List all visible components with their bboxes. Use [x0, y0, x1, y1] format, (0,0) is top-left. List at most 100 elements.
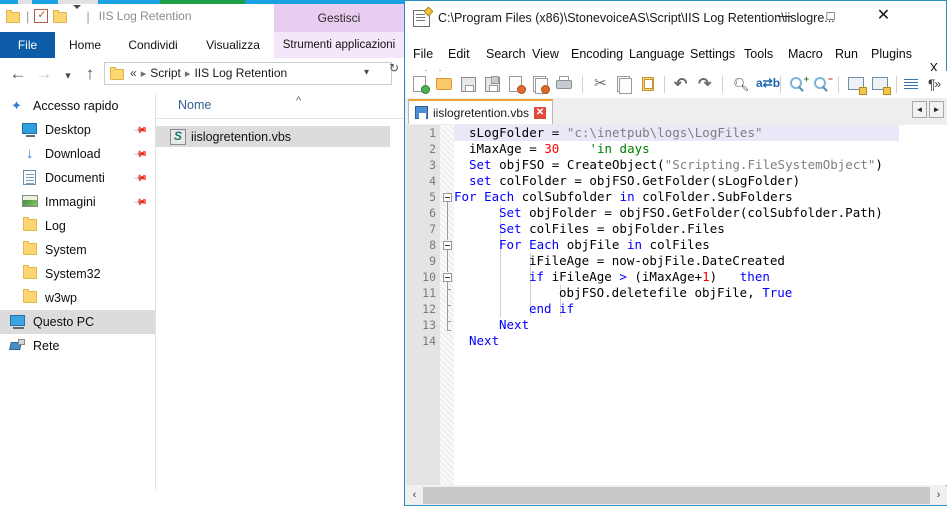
menu-macro[interactable]: Macro	[788, 47, 823, 61]
tab-scroll-left-icon[interactable]: ◄	[912, 101, 927, 118]
breadcrumb-script[interactable]: Script	[150, 66, 181, 80]
scroll-thumb[interactable]	[423, 487, 930, 504]
navigation-pane: ✦Accesso rapidoDesktop📌↓Download📌Documen…	[0, 94, 155, 490]
scroll-left-icon[interactable]: ‹	[406, 487, 423, 504]
code-token: end	[529, 301, 552, 316]
find-icon[interactable]: 🔍︎	[731, 75, 750, 94]
address-input[interactable]: «▸Script▸IIS Log Retention ▾	[104, 62, 392, 85]
npp-titlebar: C:\Program Files (x86)\StonevoiceAS\Scri…	[405, 1, 946, 37]
sidebar-item-label: System	[45, 243, 87, 257]
fold-toggle-icon[interactable]	[443, 273, 452, 282]
close-file-icon[interactable]	[507, 75, 526, 94]
save-all-icon[interactable]	[483, 75, 502, 94]
menu-search[interactable]: Search	[486, 47, 526, 61]
menu-tools[interactable]: Tools	[744, 47, 773, 61]
sidebar-item-accesso-rapido[interactable]: ✦Accesso rapido	[0, 94, 155, 118]
pin-icon[interactable]: 📌	[133, 123, 149, 139]
sidebar-item-immagini[interactable]: Immagini📌	[0, 190, 155, 214]
column-header-name[interactable]: Nome	[178, 98, 211, 112]
address-chevron-down-icon[interactable]: ▾	[364, 67, 369, 78]
menu-run[interactable]: Run	[835, 47, 858, 61]
sidebar-item-system[interactable]: System	[0, 238, 155, 262]
redo-icon[interactable]: ↷	[697, 75, 716, 94]
refresh-icon[interactable]: ↻	[389, 61, 399, 75]
recent-locations-chevron-down-icon[interactable]: ▾	[58, 67, 78, 86]
sync-horizontal-icon[interactable]	[871, 75, 890, 94]
zoom-in-icon[interactable]: +	[789, 75, 808, 94]
tab-file[interactable]: File	[0, 32, 55, 58]
cut-icon[interactable]: ✂	[591, 75, 610, 94]
word-wrap-icon[interactable]	[903, 75, 922, 94]
fold-toggle-icon[interactable]	[443, 193, 452, 202]
menu-encoding[interactable]: Encoding	[571, 47, 623, 61]
menu-edit[interactable]: Edit	[448, 47, 470, 61]
sidebar-item-label: w3wp	[45, 291, 77, 305]
code-token: iFileAge = now-objFile.DateCreated	[529, 253, 785, 268]
code-token: objFolder = objFSO.GetFolder(colSubfolde…	[522, 205, 883, 220]
back-icon[interactable]: ←	[8, 64, 28, 83]
folder-icon[interactable]	[6, 10, 21, 23]
new-folder-icon[interactable]	[53, 10, 68, 23]
editor-tab[interactable]: iislogretention.vbs ✕	[408, 99, 553, 124]
code-token: colSubfolder	[514, 189, 619, 204]
maximize-button[interactable]: □	[808, 1, 853, 31]
tab-scroll-right-icon[interactable]: ►	[929, 101, 944, 118]
menu-view[interactable]: View	[532, 47, 559, 61]
sidebar-item-questo-pc[interactable]: Questo PC	[0, 310, 155, 334]
menu-settings[interactable]: Settings	[690, 47, 735, 61]
undo-icon[interactable]: ↶	[673, 75, 692, 94]
sidebar-item-log[interactable]: Log	[0, 214, 155, 238]
close-tab-icon[interactable]: ✕	[534, 107, 546, 119]
tab-home[interactable]: Home	[58, 32, 112, 58]
file-name: iislogretention.vbs	[191, 130, 291, 144]
copy-icon[interactable]	[615, 75, 634, 94]
pin-icon[interactable]: 📌	[133, 147, 149, 163]
code-text-area[interactable]: sLogFolder = "c:\inetpub\logs\LogFiles"i…	[454, 125, 947, 485]
fold-line	[447, 202, 448, 240]
replace-icon[interactable]: a⇄b	[755, 75, 774, 94]
line-number: 6	[429, 205, 436, 221]
pin-icon[interactable]: 📌	[133, 195, 149, 211]
close-button[interactable]: ✕	[861, 1, 906, 31]
editor-horizontal-scrollbar[interactable]: ‹ ›	[406, 486, 947, 505]
breadcrumb-current[interactable]: IIS Log Retention	[194, 66, 287, 80]
sidebar-item-w3wp[interactable]: w3wp	[0, 286, 155, 310]
tab-condividi[interactable]: Condividi	[118, 32, 188, 58]
sidebar-item-download[interactable]: ↓Download📌	[0, 142, 155, 166]
save-icon[interactable]	[459, 75, 478, 94]
fold-margin[interactable]	[440, 125, 454, 485]
folder-icon	[22, 266, 39, 282]
paste-icon[interactable]	[639, 75, 658, 94]
up-icon[interactable]: ↑	[80, 64, 100, 83]
menu-plugins[interactable]: Plugins	[871, 47, 912, 61]
toolbar-overflow-icon[interactable]: »	[934, 77, 941, 91]
fold-tick	[447, 289, 451, 290]
sidebar-item-desktop[interactable]: Desktop📌	[0, 118, 155, 142]
qat-divider: |	[26, 10, 29, 23]
code-editor[interactable]: 1234567891011121314 sLogFolder = "c:\ine…	[406, 125, 947, 485]
scroll-right-icon[interactable]: ›	[930, 487, 947, 504]
open-file-icon[interactable]	[435, 75, 454, 94]
sync-vertical-icon[interactable]	[847, 75, 866, 94]
zoom-out-icon[interactable]: −	[813, 75, 832, 94]
print-icon[interactable]	[555, 75, 574, 94]
new-file-icon[interactable]	[411, 75, 430, 94]
breadcrumb-root[interactable]: «	[130, 66, 137, 80]
sidebar-item-rete[interactable]: Rete	[0, 334, 155, 358]
code-token: 'in days	[589, 141, 649, 156]
close-all-icon[interactable]	[531, 75, 550, 94]
minimize-button[interactable]: —	[762, 1, 807, 31]
pin-icon[interactable]: 📌	[133, 171, 149, 187]
properties-icon[interactable]	[34, 9, 48, 23]
menu-language[interactable]: Language	[629, 47, 685, 61]
qat-customize-icon[interactable]	[73, 9, 81, 23]
tab-strumenti-applicazioni[interactable]: Strumenti applicazioni	[274, 32, 404, 58]
sidebar-item-system32[interactable]: System32	[0, 262, 155, 286]
tab-visualizza[interactable]: Visualizza	[195, 32, 271, 58]
sidebar-item-documenti[interactable]: Documenti📌	[0, 166, 155, 190]
forward-icon[interactable]: →	[34, 64, 54, 83]
editor-tab-label: iislogretention.vbs	[433, 106, 529, 120]
fold-toggle-icon[interactable]	[443, 241, 452, 250]
menu-file[interactable]: File	[413, 47, 433, 61]
list-item[interactable]: iislogretention.vbs	[156, 126, 390, 147]
